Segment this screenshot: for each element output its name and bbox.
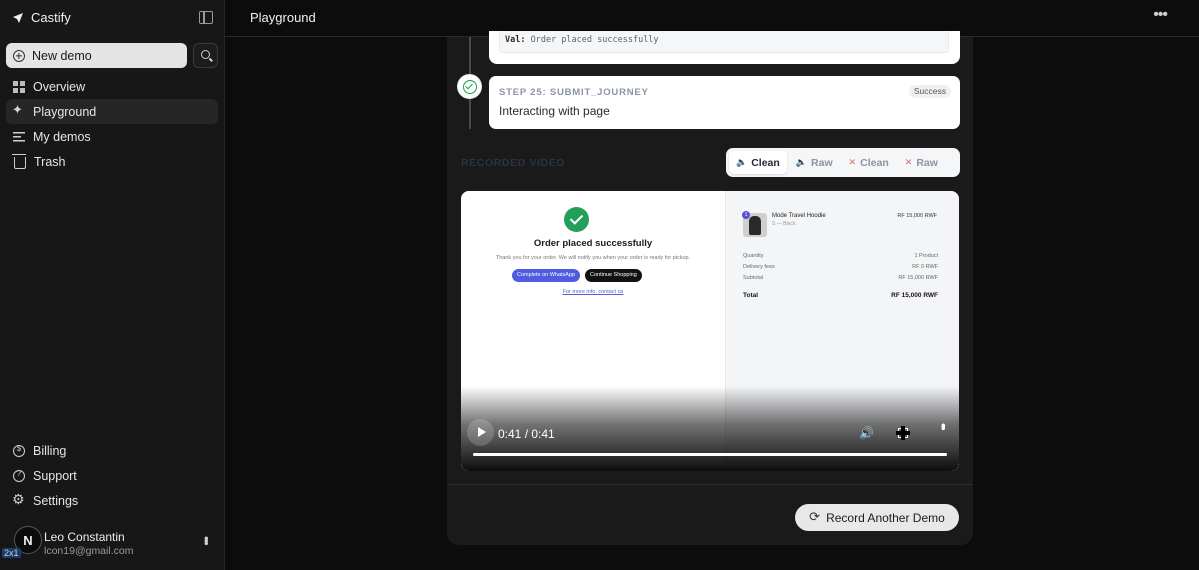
sidebar: Castify New demo Overview Playground My … [0, 0, 225, 570]
mode-raw-muted-button[interactable]: ✕ Raw [898, 151, 945, 174]
speaker-icon: 🔈 [795, 157, 808, 168]
record-another-demo-button[interactable]: ⟳ Record Another Demo [795, 504, 959, 531]
record-another-label: Record Another Demo [826, 510, 945, 525]
volume-icon[interactable]: 🔊 [859, 426, 874, 440]
mode-clean-audio-button[interactable]: 🔈 Clean [729, 151, 787, 174]
list-icon [13, 130, 25, 143]
step-code-output: Val: Order placed successfully [499, 31, 949, 53]
refresh-icon: ⟳ [809, 510, 821, 525]
sidebar-item-label: Settings [33, 493, 79, 508]
new-demo-label: New demo [32, 48, 92, 63]
step-description: Interacting with page [499, 104, 610, 118]
speaker-icon: 🔈 [736, 157, 748, 168]
sidebar-item-label: Playground [33, 104, 97, 119]
grid-icon [13, 80, 25, 93]
frame-total-row: Total RF 15,000 RWF [743, 292, 938, 299]
fullscreen-icon[interactable] [896, 426, 910, 440]
frame-qty-badge: 1 [742, 211, 750, 219]
billing-icon [13, 444, 25, 457]
recorded-video-label: RECORDED VIDEO [461, 157, 566, 169]
mode-clean-muted-button[interactable]: ✕ Clean [842, 151, 896, 174]
user-name: Leo Constantin [44, 530, 125, 544]
user-menu-icon[interactable]: ••• [199, 536, 214, 544]
step-success-icon [457, 74, 482, 99]
mode-raw-audio-button[interactable]: 🔈 Raw [789, 151, 840, 174]
frame-whatsapp-button: Complete on WhatsApp [512, 269, 581, 282]
brand[interactable]: Castify [12, 10, 71, 25]
sidebar-item-label: My demos [33, 129, 91, 144]
frame-continue-button: Continue Shopping [585, 269, 642, 282]
sidebar-item-overview[interactable]: Overview [6, 74, 218, 99]
video-time: 0:41 / 0:41 [498, 427, 555, 441]
sidebar-toggle-icon[interactable] [199, 11, 213, 24]
sidebar-item-label: Overview [33, 79, 86, 94]
frame-contact-link: For more info, contact us [562, 289, 624, 295]
sidebar-item-label: Trash [34, 154, 66, 169]
video-player[interactable]: Order placed successfully Thank you for … [461, 191, 959, 471]
step-card[interactable]: STEP 25: SUBMIT_JOURNEY Interacting with… [489, 76, 960, 129]
divider [447, 484, 973, 485]
frame-product-variant: S — Black [772, 221, 796, 227]
plus-circle-icon [13, 49, 25, 62]
sidebar-item-playground[interactable]: Playground [6, 99, 218, 124]
sidebar-item-label: Billing [33, 443, 67, 458]
frame-product-name: Mode Travel Hoodie [772, 213, 826, 219]
more-options-icon[interactable]: ••• [1153, 6, 1168, 24]
sidebar-item-settings[interactable]: Settings [6, 488, 218, 513]
page-title: Playground [250, 10, 316, 25]
frame-product-price: RF 15,000 RWF [897, 213, 937, 219]
sidebar-item-trash[interactable]: Trash [6, 149, 218, 174]
trash-icon [12, 153, 26, 169]
step-label: STEP 25: SUBMIT_JOURNEY [499, 87, 649, 98]
sidebar-item-label: Support [33, 468, 77, 483]
previous-step-card: Val: Order placed successfully [489, 31, 960, 64]
search-button[interactable] [193, 43, 218, 68]
check-circle-icon [564, 207, 589, 232]
send-logo-icon [13, 12, 23, 23]
demo-panel: Val: Order placed successfully STEP 25: … [447, 31, 973, 545]
frame-summary-row: Subtotal RF 15,000 RWF [743, 275, 938, 281]
video-progress-bar[interactable] [473, 453, 947, 456]
frame-summary-row: Quantity 1 Product [743, 253, 938, 259]
video-progress-fill [473, 453, 947, 456]
mute-icon: ✕ [904, 157, 913, 168]
user-profile[interactable]: N 2x1 Leo Constantin lcon19@gmail.com ••… [0, 525, 225, 570]
mute-icon: ✕ [848, 157, 857, 168]
frame-subtitle: Thank you for your order. We will notify… [495, 255, 691, 261]
new-demo-button[interactable]: New demo [6, 43, 187, 68]
video-more-icon[interactable]: ••• [936, 423, 951, 428]
frame-title: Order placed successfully [533, 238, 653, 249]
app-name: Castify [31, 10, 71, 25]
status-badge: Success [908, 85, 951, 98]
sidebar-item-support[interactable]: Support [6, 463, 218, 488]
gear-icon [12, 492, 25, 508]
sparkle-icon [12, 103, 25, 118]
help-icon [13, 469, 25, 482]
user-email: lcon19@gmail.com [44, 545, 134, 557]
frame-summary-row: Delivery fees RF 0 RWF [743, 264, 938, 270]
sidebar-item-my-demos[interactable]: My demos [6, 124, 218, 149]
sidebar-item-billing[interactable]: Billing [6, 438, 218, 463]
video-mode-selector: 🔈 Clean 🔈 Raw ✕ Clean ✕ Raw [726, 148, 960, 177]
play-button[interactable] [467, 419, 494, 446]
zoom-badge: 2x1 [2, 548, 21, 558]
